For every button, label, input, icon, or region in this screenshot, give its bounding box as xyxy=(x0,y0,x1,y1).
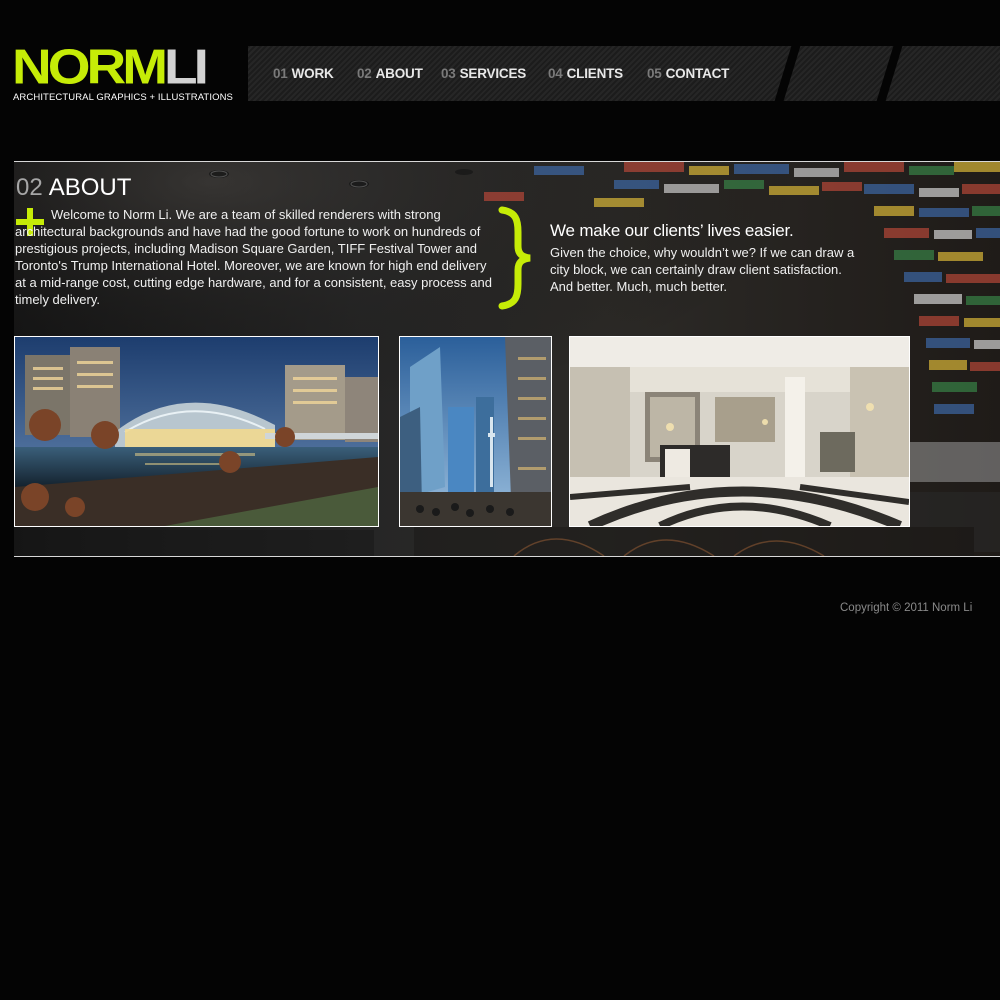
logo-norm: NORM xyxy=(12,38,168,95)
page-title: 02 ABOUT xyxy=(16,174,131,202)
logo-wordmark: NORMLI xyxy=(12,42,209,92)
project-photo-waterfront[interactable] xyxy=(14,336,379,527)
nav-divider xyxy=(774,46,801,101)
nav-item-label: WORK xyxy=(291,66,334,81)
about-panel: 02 ABOUT Welcome to Norm Li. We are a tea… xyxy=(14,161,1000,557)
project-image xyxy=(400,337,551,526)
nav-item-number: 05 xyxy=(647,66,662,81)
logo-tagline: ARCHITECTURAL GRAPHICS + ILLUSTRATIONS xyxy=(13,92,233,103)
nav-item-number: 01 xyxy=(273,66,288,81)
intro-paragraph: Welcome to Norm Li. We are a team of ski… xyxy=(15,207,492,307)
nav-item-label: CONTACT xyxy=(665,66,730,81)
nav-divider xyxy=(876,46,903,101)
nav-item-number: 04 xyxy=(548,66,563,81)
project-photo-lobby[interactable] xyxy=(569,336,910,527)
page-title-label: ABOUT xyxy=(48,174,132,201)
nav-item-label: CLIENTS xyxy=(566,66,624,81)
tagline-heading: We make our clients’ lives easier. xyxy=(550,221,794,240)
nav-item-clients[interactable]: 04 CLIENTS xyxy=(548,66,623,81)
tagline-body: Given the choice, why wouldn’t we? If we… xyxy=(550,245,855,294)
main-nav: 01 WORK 02 ABOUT 03 SERVICES 04 CLIENTS 05 CO… xyxy=(248,46,1000,101)
nav-item-number: 03 xyxy=(441,66,456,81)
nav-item-number: 02 xyxy=(357,66,372,81)
project-image xyxy=(570,337,909,526)
project-photo-tower[interactable] xyxy=(399,336,552,527)
copyright-text: Copyright © 2011 Norm Li xyxy=(840,602,973,614)
page-title-number: 02 xyxy=(16,174,43,201)
curly-brace-icon xyxy=(498,206,531,310)
logo-li: LI xyxy=(164,38,209,95)
nav-item-work[interactable]: 01 WORK xyxy=(273,66,334,81)
logo[interactable]: NORMLI ARCHITECTURAL GRAPHICS + ILLUSTRA… xyxy=(12,42,233,105)
nav-item-services[interactable]: 03 SERVICES xyxy=(441,66,526,81)
project-image xyxy=(15,337,378,526)
nav-item-label: ABOUT xyxy=(375,66,423,81)
nav-item-about[interactable]: 02 ABOUT xyxy=(357,66,423,81)
nav-item-label: SERVICES xyxy=(459,66,527,81)
nav-item-contact[interactable]: 05 CONTACT xyxy=(647,66,729,81)
